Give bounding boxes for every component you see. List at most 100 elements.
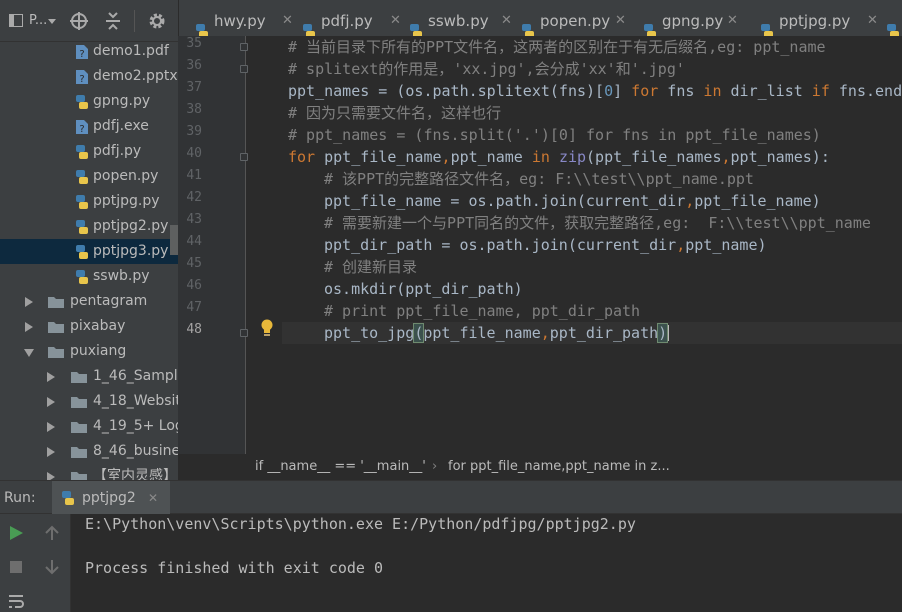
python-file-icon xyxy=(885,13,901,38)
run-icon[interactable] xyxy=(7,524,25,542)
tree-item[interactable]: sswb.py xyxy=(0,264,178,289)
python-file-icon xyxy=(408,13,424,38)
down-arrow-icon[interactable] xyxy=(43,558,61,576)
code-comma: , xyxy=(540,324,550,342)
tree-item[interactable]: pdfj.py xyxy=(0,139,178,164)
expand-arrow-icon[interactable] xyxy=(47,397,55,407)
locate-icon[interactable] xyxy=(69,11,89,31)
tree-folder[interactable]: 【室内灵感】 xyxy=(0,464,178,480)
tree-item[interactable]: ? pdfj.exe xyxy=(0,114,178,139)
tree-item-label: pptjpg.py xyxy=(93,193,160,209)
toolbar-divider xyxy=(134,10,135,32)
tree-folder[interactable]: pixabay xyxy=(0,314,178,339)
lightbulb-icon[interactable] xyxy=(260,319,274,337)
collapse-all-icon[interactable] xyxy=(104,11,122,31)
tree-item[interactable]: ? demo2.pptx xyxy=(0,64,178,89)
code-token: ppt_name xyxy=(450,148,532,166)
code-token: ppt_dir_path xyxy=(549,324,659,342)
code-line-37: ppt_names = (os.path.splitext(fns)[0] fo… xyxy=(288,80,902,102)
project-scrollbar-thumb[interactable] xyxy=(170,225,178,255)
expand-arrow-icon[interactable] xyxy=(25,297,33,307)
code-token: ppt_file_name = os.path.join(current_dir xyxy=(324,192,686,210)
tree-item-label: pdfj.py xyxy=(93,143,142,159)
run-panel-title: Run: xyxy=(4,490,36,506)
code-keyword: in xyxy=(703,82,722,100)
expand-arrow-icon[interactable] xyxy=(47,447,55,457)
code-line-46: os.mkdir(ppt_dir_path) xyxy=(324,280,523,298)
code-token: ppt_names): xyxy=(730,148,830,166)
collapse-arrow-icon[interactable] xyxy=(24,349,34,357)
line-number: 44 xyxy=(186,234,202,249)
tree-item-label: 8_46_busines xyxy=(93,443,178,459)
tab-close-icon[interactable]: ✕ xyxy=(148,481,158,515)
line-number: 42 xyxy=(186,190,202,205)
code-token: ] xyxy=(613,82,632,100)
console-line: E:\Python\venv\Scripts\python.exe E:/Pyt… xyxy=(85,515,636,533)
code-editor[interactable]: 35 36 37 38 39 40 41 42 43 44 45 46 47 4… xyxy=(178,36,902,454)
line-number: 38 xyxy=(186,102,202,117)
expand-arrow-icon[interactable] xyxy=(47,422,55,432)
line-number: 40 xyxy=(186,146,202,161)
tree-item[interactable]: ? demo1.pdf xyxy=(0,39,178,64)
run-toolbar xyxy=(0,514,70,612)
tree-folder[interactable]: 8_46_busines xyxy=(0,439,178,464)
python-file-icon xyxy=(74,219,90,235)
expand-arrow-icon[interactable] xyxy=(25,322,33,332)
fold-marker-icon[interactable] xyxy=(240,65,248,73)
fold-marker-icon[interactable] xyxy=(240,329,248,337)
line-number: 35 xyxy=(186,36,202,51)
python-file-icon xyxy=(74,144,90,160)
code-keyword: in xyxy=(531,148,550,166)
line-number: 47 xyxy=(186,300,202,315)
folder-icon xyxy=(70,369,87,385)
python-file-icon xyxy=(74,94,90,110)
tree-item[interactable]: gpng.py xyxy=(0,89,178,114)
code-token: ppt_to_jpg xyxy=(324,324,415,342)
code-line-47: # print ppt_file_name, ppt_dir_path xyxy=(324,302,641,320)
breadcrumb-item[interactable]: for ppt_file_name,ppt_name in z... xyxy=(448,454,670,480)
breadcrumb-item[interactable]: if __name__ == '__main__' xyxy=(255,454,426,480)
tree-item-label: demo1.pdf xyxy=(93,43,169,59)
tree-item[interactable]: pptjpg.py xyxy=(0,189,178,214)
tree-item[interactable]: popen.py xyxy=(0,164,178,189)
run-config-tab[interactable]: pptjpg2 ✕ xyxy=(52,481,170,515)
python-file-icon xyxy=(74,194,90,210)
tree-item-label: sswb.py xyxy=(93,268,150,284)
code-comma: , xyxy=(721,148,731,166)
fold-marker-icon[interactable] xyxy=(240,153,248,161)
project-view-icon[interactable] xyxy=(9,14,23,27)
python-file-icon xyxy=(301,13,317,38)
stop-icon[interactable] xyxy=(7,558,25,576)
tree-item[interactable]: pptjpg2.py xyxy=(0,214,178,239)
code-number: 0 xyxy=(604,82,614,100)
run-console[interactable]: E:\Python\venv\Scripts\python.exe E:/Pyt… xyxy=(70,514,902,612)
run-panel-header: Run: pptjpg2 ✕ xyxy=(0,480,902,515)
tree-item-selected[interactable]: pptjpg3.py xyxy=(0,239,178,264)
tree-folder[interactable]: 1_46_Sample xyxy=(0,364,178,389)
bracket-match-highlight: ( xyxy=(413,323,425,343)
python-file-icon xyxy=(194,13,210,38)
tree-folder[interactable]: puxiang xyxy=(0,339,178,364)
project-toolbar: P... xyxy=(0,0,178,42)
tree-folder[interactable]: 4_19_5+ Logi xyxy=(0,414,178,439)
tree-item-label: pdfj.exe xyxy=(93,118,149,134)
folder-icon xyxy=(47,344,64,360)
code-keyword: if xyxy=(811,82,830,100)
tree-folder[interactable]: pentagram xyxy=(0,289,178,314)
expand-arrow-icon[interactable] xyxy=(47,472,55,480)
up-arrow-icon[interactable] xyxy=(43,524,61,542)
project-pane: P... ? demo1.pdf ? demo2.pptx gpng.py ? … xyxy=(0,0,178,480)
code-line-42: ppt_file_name = os.path.join(current_dir… xyxy=(324,190,821,212)
tree-item-label: gpng.py xyxy=(93,93,151,109)
code-token: fns xyxy=(658,82,704,100)
tree-folder[interactable]: 4_18_Website xyxy=(0,389,178,414)
chevron-down-icon[interactable] xyxy=(48,19,56,24)
project-view-title[interactable]: P... xyxy=(29,11,47,31)
unknown-file-icon: ? xyxy=(74,44,90,60)
soft-wrap-icon[interactable] xyxy=(7,592,25,610)
settings-gear-icon[interactable] xyxy=(147,11,167,31)
line-number: 39 xyxy=(186,124,202,139)
expand-arrow-icon[interactable] xyxy=(47,372,55,382)
fold-marker-icon[interactable] xyxy=(240,43,248,51)
